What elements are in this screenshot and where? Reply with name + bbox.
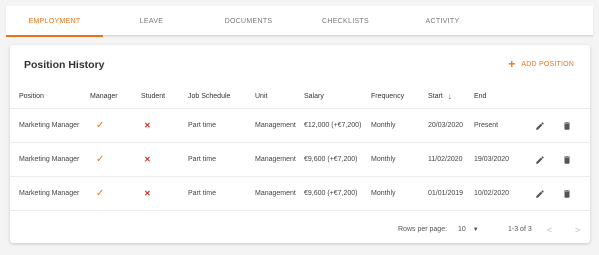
rows-per-page-label: Rows per page:: [398, 226, 448, 233]
cell-unit: Management: [255, 156, 296, 163]
cell-position: Marketing Manager: [19, 190, 80, 197]
column-header-student: Student: [141, 93, 166, 100]
pencil-icon: [533, 187, 547, 201]
check-icon: ✓: [96, 188, 105, 199]
edit-button[interactable]: [533, 177, 547, 210]
column-header-start[interactable]: Start ↓: [428, 85, 452, 108]
tab-employment[interactable]: EMPLOYMENT: [6, 6, 103, 37]
edit-button[interactable]: [533, 143, 547, 176]
pagination-range: 1-3 of 3: [508, 226, 532, 233]
cell-end: 19/03/2020: [474, 156, 510, 163]
column-header-unit: Unit: [255, 93, 268, 100]
tab-documents[interactable]: DOCUMENTS: [200, 6, 297, 36]
cell-salary: €12,000 (+€7,200): [304, 122, 362, 129]
pencil-icon: [533, 153, 547, 167]
trash-icon: [560, 153, 574, 167]
trash-icon: [560, 119, 574, 133]
rows-per-page-value: 10: [458, 226, 466, 233]
cell-manager: ✓: [90, 109, 104, 142]
arrow-down-icon[interactable]: ↓: [448, 92, 452, 101]
chevron-left-icon[interactable]: <: [547, 216, 552, 243]
column-header-start-label: Start: [428, 93, 443, 100]
column-header-job-schedule: Job Schedule: [188, 93, 231, 100]
close-icon: ✕: [144, 189, 151, 198]
table-row: Marketing Manager ✓ ✕ Part time Manageme…: [10, 143, 590, 177]
tab-bar: EMPLOYMENT LEAVE DOCUMENTS CHECKLISTS AC…: [6, 6, 593, 37]
chevron-right-icon[interactable]: >: [575, 216, 580, 243]
edit-button[interactable]: [533, 109, 547, 142]
cell-start: 01/01/2019: [428, 190, 464, 197]
cell-salary: €9,600 (+€7,200): [304, 156, 358, 163]
pencil-icon: [533, 119, 547, 133]
plus-icon: +: [508, 57, 516, 71]
cell-student: ✕: [141, 109, 151, 142]
cell-unit: Management: [255, 122, 296, 129]
check-icon: ✓: [96, 154, 105, 165]
column-header-manager: Manager: [90, 93, 118, 100]
cell-manager: ✓: [90, 143, 104, 176]
caret-down-icon: ▼: [472, 226, 479, 233]
cell-job-schedule: Part time: [188, 156, 217, 163]
cell-frequency: Monthly: [371, 156, 396, 163]
cell-frequency: Monthly: [371, 122, 396, 129]
cell-student: ✕: [141, 177, 151, 210]
cell-manager: ✓: [90, 177, 104, 210]
cell-job-schedule: Part time: [188, 190, 217, 197]
table-row: Marketing Manager ✓ ✕ Part time Manageme…: [10, 177, 590, 211]
tab-activity[interactable]: ACTIVITY: [394, 6, 491, 36]
cell-start: 11/02/2020: [428, 156, 463, 163]
add-position-label: ADD POSITION: [521, 60, 574, 68]
check-icon: ✓: [96, 120, 105, 131]
position-history-card: Position History + ADD POSITION Position…: [10, 45, 590, 243]
close-icon: ✕: [144, 155, 151, 164]
delete-button[interactable]: [560, 109, 574, 142]
add-position-button[interactable]: + ADD POSITION: [508, 57, 574, 71]
column-header-salary: Salary: [304, 93, 324, 100]
cell-position: Marketing Manager: [19, 122, 80, 129]
cell-frequency: Monthly: [371, 190, 396, 197]
cell-end: 10/02/2020: [474, 190, 510, 197]
tab-leave[interactable]: LEAVE: [103, 6, 200, 36]
cell-job-schedule: Part time: [188, 122, 217, 129]
close-icon: ✕: [144, 121, 151, 130]
cell-salary: €9,600 (+€7,200): [304, 190, 358, 197]
column-header-frequency: Frequency: [371, 93, 405, 100]
column-header-position: Position: [19, 93, 44, 100]
tab-checklists[interactable]: CHECKLISTS: [297, 6, 394, 36]
cell-unit: Management: [255, 190, 296, 197]
table-pagination: Rows per page: 10 ▼ 1-3 of 3 < >: [10, 216, 590, 243]
cell-position: Marketing Manager: [19, 156, 80, 163]
cell-start: 20/03/2020: [428, 122, 464, 129]
table-header: Position Manager Student Job Schedule Un…: [10, 85, 590, 109]
card-title: Position History: [24, 59, 105, 71]
cell-end: Present: [474, 122, 499, 129]
table-row: Marketing Manager ✓ ✕ Part time Manageme…: [10, 109, 590, 143]
delete-button[interactable]: [560, 143, 574, 176]
cell-student: ✕: [141, 143, 151, 176]
trash-icon: [560, 187, 574, 201]
column-header-end: End: [474, 93, 487, 100]
rows-per-page-select[interactable]: 10 ▼: [458, 216, 479, 243]
delete-button[interactable]: [560, 177, 574, 210]
